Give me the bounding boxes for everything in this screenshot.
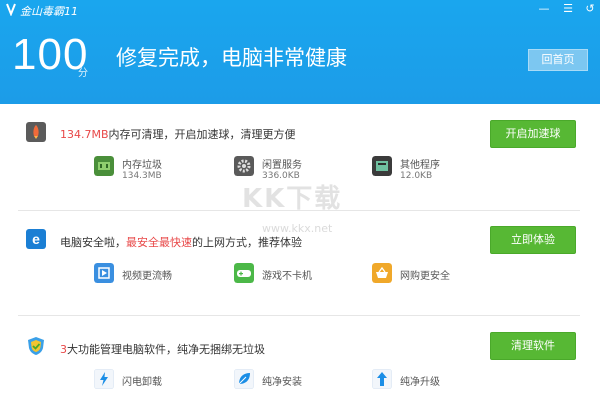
memory-message: 134.7MB内存可清理，开启加速球，清理更方便 [60,126,296,142]
status-headline: 修复完成，电脑非常健康 [116,46,347,70]
software-text: 大功能管理电脑软件，纯净无捆绑无垃圾 [67,343,265,356]
software-message: 3大功能管理电脑软件，纯净无捆绑无垃圾 [60,341,265,357]
lightning-icon [94,369,114,389]
program-icon [372,156,392,176]
feature-label: 游戏不卡机 [262,271,312,282]
browser-message: 电脑安全啦，最安全最快速的上网方式，推荐体验 [60,234,302,250]
memory-text: 内存可清理，开启加速球，清理更方便 [108,128,296,141]
health-score: 100 [12,30,89,79]
watermark-logo: KK下载 [242,184,343,214]
feature-label: 闪电卸载 [122,377,162,388]
memory-amount: 134.7MB [60,128,109,141]
title-bar[interactable]: 金山毒霸11 — ☰ ↺ [0,0,600,20]
leaf-icon [234,369,254,389]
feature-label: 视频更流畅 [122,271,172,282]
minimize-icon[interactable]: — [536,2,552,16]
feature-label: 其他程序 [400,160,440,171]
memory-chip-icon [94,156,114,176]
score-unit: 分 [78,68,88,79]
feature-size: 134.3MB [122,171,162,181]
try-now-button[interactable]: 立即体验 [490,226,576,254]
menu-icon[interactable]: ☰ [560,2,576,16]
rocket-icon [26,122,46,142]
upgrade-arrow-icon [372,369,392,389]
app-logo-icon [6,3,16,16]
home-button[interactable]: 回首页 [528,49,588,71]
feature-label: 纯净安装 [262,377,302,388]
browser-text-pre: 电脑安全啦， [60,236,126,249]
feature-label: 纯净升级 [400,377,440,388]
enable-boost-ball-button[interactable]: 开启加速球 [490,120,576,148]
software-count: 3 [60,343,67,356]
shopping-basket-icon [372,263,392,283]
feature-label: 网购更安全 [400,271,450,282]
feature-label: 内存垃圾 [122,160,162,171]
clean-software-button[interactable]: 清理软件 [490,332,576,360]
browser-highlight: 最安全最快速 [126,236,192,249]
app-title: 金山毒霸11 [20,5,78,18]
video-icon [94,263,114,283]
gamepad-icon [234,263,254,283]
browser-text-post: 的上网方式，推荐体验 [192,236,302,249]
watermark-url: www.kkx.net [262,222,333,235]
section-software: 3大功能管理电脑软件，纯净无捆绑无垃圾 清理软件 闪电卸载 纯净安装 纯净升级 [0,316,600,416]
close-icon[interactable]: ↺ [582,2,598,16]
shield-icon [28,337,44,355]
svg-text:e: e [32,231,40,247]
gear-icon [234,156,254,176]
header-banner: 金山毒霸11 — ☰ ↺ 100 分 修复完成，电脑非常健康 回首页 [0,0,600,104]
feature-label: 闲置服务 [262,160,302,171]
browser-e-icon: e [26,229,46,249]
feature-size: 12.0KB [400,171,433,181]
